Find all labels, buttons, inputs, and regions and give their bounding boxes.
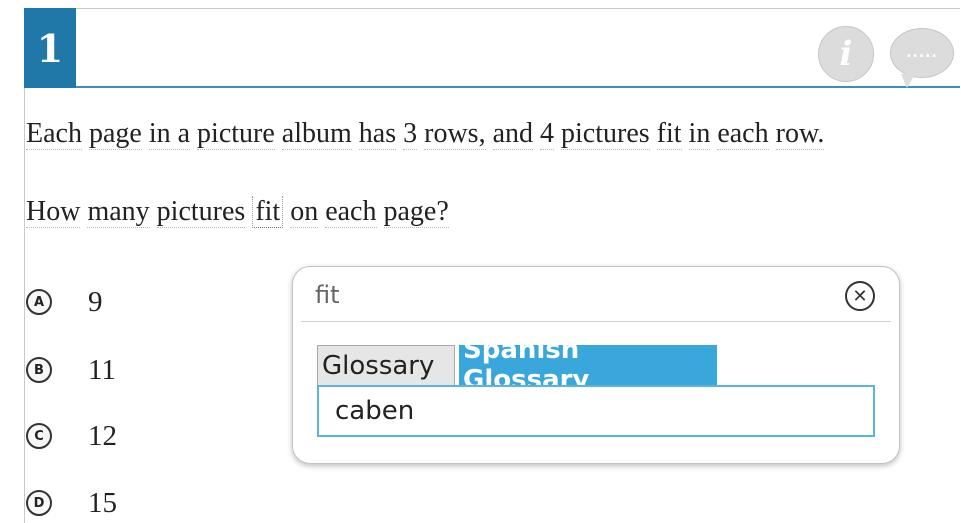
word[interactable]: in — [688, 118, 711, 150]
option-letter[interactable]: D — [26, 490, 52, 516]
option-value: 9 — [88, 285, 103, 318]
option-value: 12 — [88, 419, 117, 452]
answer-option-c[interactable]: C 12 — [26, 416, 117, 456]
word[interactable]: rows, — [424, 118, 486, 150]
word[interactable]: album — [281, 118, 352, 150]
answer-option-b[interactable]: B 11 — [26, 350, 116, 390]
comment-dots: ..... — [906, 45, 938, 61]
word[interactable]: row. — [775, 118, 825, 150]
answer-option-a[interactable]: A 9 — [26, 282, 103, 322]
option-letter[interactable]: A — [26, 289, 52, 315]
comment-tail — [901, 74, 915, 88]
word[interactable]: on — [290, 196, 319, 228]
option-value: 11 — [88, 353, 116, 386]
option-letter[interactable]: C — [26, 423, 52, 449]
answer-option-d[interactable]: D 15 — [26, 483, 117, 523]
question-number: 1 — [24, 8, 76, 88]
word[interactable]: fit — [656, 118, 682, 150]
tab-glossary[interactable]: Glossary — [317, 345, 455, 385]
question-prompt: How many pictures fit on each page? — [26, 196, 449, 228]
popup-divider — [301, 321, 891, 322]
word[interactable]: Each — [26, 118, 82, 150]
glossary-popup: fit ✕ Glossary Spanish Glossary caben — [292, 266, 900, 464]
word[interactable]: pictures — [561, 118, 650, 150]
info-icon[interactable]: i — [818, 26, 874, 82]
word[interactable]: How — [26, 196, 81, 228]
word[interactable]: has — [358, 118, 397, 150]
word[interactable]: many — [87, 196, 150, 228]
comment-icon[interactable]: ..... — [890, 28, 954, 88]
tab-spanish-glossary[interactable]: Spanish Glossary — [459, 335, 717, 395]
option-letter[interactable]: B — [26, 357, 52, 383]
glossary-content: caben — [317, 385, 875, 437]
word[interactable]: page — [88, 118, 142, 150]
word[interactable]: picture — [197, 118, 275, 150]
word[interactable]: pictures — [156, 196, 246, 228]
header-divider — [76, 86, 960, 88]
close-icon[interactable]: ✕ — [845, 281, 875, 311]
word[interactable]: 3 — [403, 118, 418, 150]
word[interactable]: page? — [383, 196, 449, 228]
question-stem: Each page in a picture album has 3 rows,… — [26, 118, 825, 150]
word[interactable]: 4 — [540, 118, 555, 150]
popup-title: fit — [315, 281, 340, 309]
word[interactable]: in a — [148, 118, 191, 150]
selected-word[interactable]: fit — [252, 196, 284, 228]
word[interactable]: each — [325, 196, 377, 228]
option-value: 15 — [88, 486, 117, 519]
word[interactable]: each — [717, 118, 769, 150]
word[interactable]: and — [492, 118, 534, 150]
